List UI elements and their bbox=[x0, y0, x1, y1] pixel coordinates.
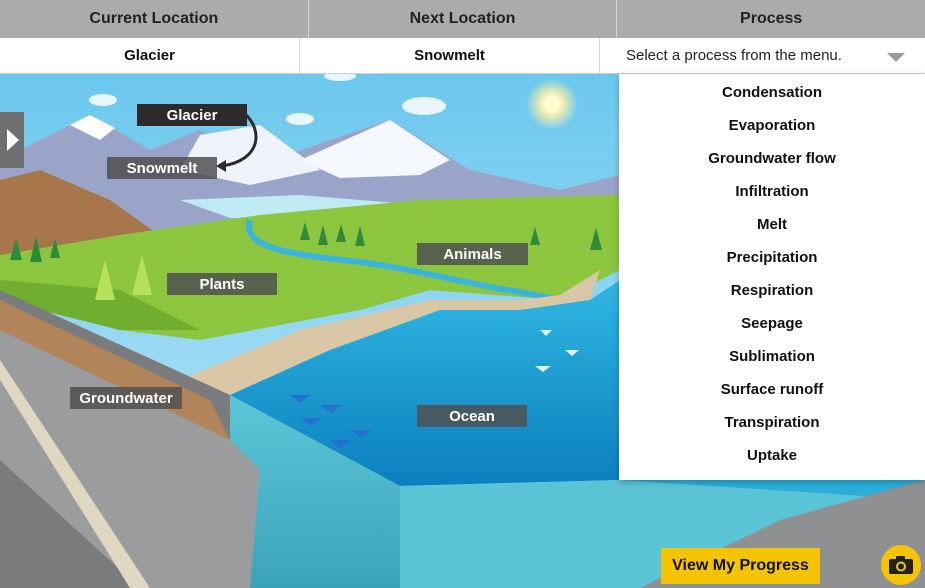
chevron-down-icon bbox=[887, 53, 905, 62]
menu-item-respiration[interactable]: Respiration bbox=[619, 274, 925, 307]
menu-item-seepage[interactable]: Seepage bbox=[619, 307, 925, 340]
table-header: Current Location Next Location Process bbox=[0, 0, 925, 38]
process-menu: Condensation Evaporation Groundwater flo… bbox=[619, 74, 925, 480]
menu-item-infiltration[interactable]: Infiltration bbox=[619, 175, 925, 208]
header-process: Process bbox=[740, 10, 803, 27]
next-location-value: Snowmelt bbox=[300, 38, 600, 73]
label-plants[interactable]: Plants bbox=[167, 273, 277, 295]
selection-row: Glacier Snowmelt Select a process from t… bbox=[0, 38, 925, 74]
process-select[interactable]: Select a process from the menu. bbox=[600, 38, 925, 73]
side-panel-toggle[interactable] bbox=[0, 112, 24, 168]
play-triangle-icon bbox=[7, 129, 19, 151]
label-ocean[interactable]: Ocean bbox=[417, 405, 527, 427]
process-select-placeholder: Select a process from the menu. bbox=[626, 47, 842, 64]
label-snowmelt[interactable]: Snowmelt bbox=[107, 157, 217, 179]
menu-item-melt[interactable]: Melt bbox=[619, 208, 925, 241]
label-animals[interactable]: Animals bbox=[417, 243, 528, 265]
camera-button[interactable] bbox=[881, 545, 921, 585]
menu-item-sublimation[interactable]: Sublimation bbox=[619, 340, 925, 373]
menu-item-surface-runoff[interactable]: Surface runoff bbox=[619, 373, 925, 406]
header-next-location: Next Location bbox=[309, 0, 618, 38]
header-current-location: Current Location bbox=[0, 0, 309, 38]
menu-item-groundwater-flow[interactable]: Groundwater flow bbox=[619, 142, 925, 175]
menu-item-transpiration[interactable]: Transpiration bbox=[619, 406, 925, 439]
label-glacier[interactable]: Glacier bbox=[137, 104, 247, 126]
menu-item-uptake[interactable]: Uptake bbox=[619, 439, 925, 472]
current-location-value: Glacier bbox=[0, 38, 300, 73]
label-groundwater[interactable]: Groundwater bbox=[70, 387, 182, 409]
menu-item-condensation[interactable]: Condensation bbox=[619, 76, 925, 109]
view-progress-button[interactable]: View My Progress bbox=[661, 548, 820, 584]
menu-item-evaporation[interactable]: Evaporation bbox=[619, 109, 925, 142]
camera-icon bbox=[889, 556, 913, 574]
menu-item-precipitation[interactable]: Precipitation bbox=[619, 241, 925, 274]
